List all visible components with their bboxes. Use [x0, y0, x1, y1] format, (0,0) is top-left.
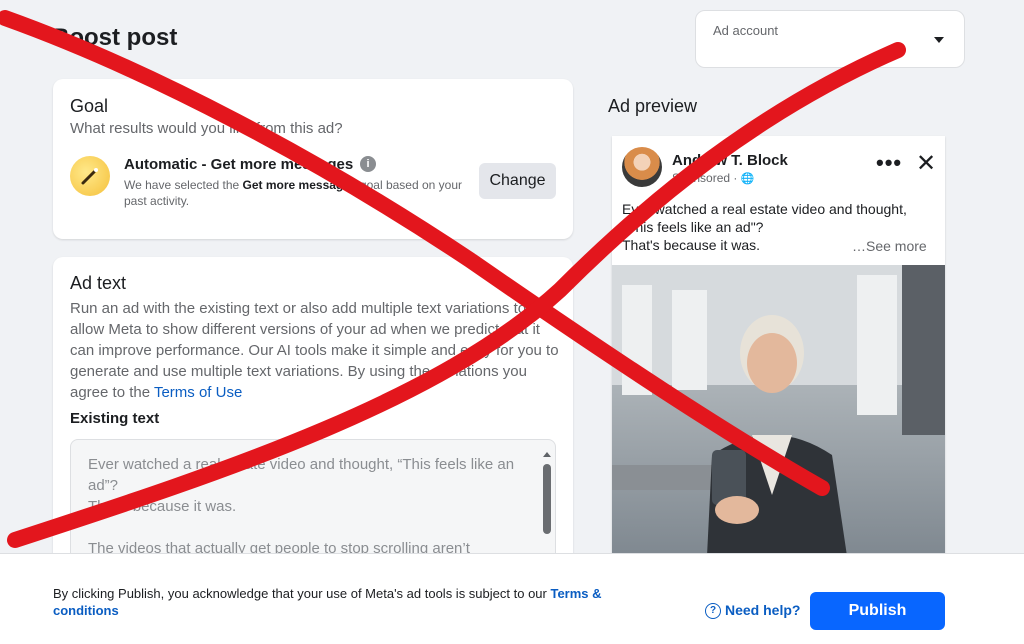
ad-text-heading: Ad text: [70, 273, 127, 293]
magic-wand-icon: [70, 156, 110, 196]
terms-of-use-link[interactable]: Terms of Use: [154, 384, 242, 401]
goal-subtitle: What results would you like from this ad…: [70, 120, 343, 137]
footer: By clicking Publish, you acknowledge tha…: [0, 553, 1024, 644]
ad-account-select[interactable]: Ad account: [695, 10, 965, 68]
help-icon: ?: [705, 603, 721, 620]
globe-icon: 🌐: [740, 173, 755, 185]
ad-preview-card: Andrew T. Block Sponsored · 🌐 ••• ✕ Ever…: [612, 136, 945, 556]
goal-heading: Goal: [70, 96, 109, 116]
close-icon[interactable]: ✕: [916, 152, 936, 176]
sponsored-label: Sponsored · 🌐: [672, 171, 755, 185]
need-help-link[interactable]: ? Need help?: [705, 602, 801, 620]
publish-button[interactable]: Publish: [810, 592, 945, 630]
existing-text-label: Existing text: [70, 410, 160, 427]
existing-text-value: Ever watched a real estate video and tho…: [88, 456, 515, 557]
goal-description: We have selected the Get more messages g…: [124, 178, 463, 208]
page-title: Boost post: [52, 24, 178, 51]
ad-account-label: Ad account: [713, 23, 779, 38]
scroll-up-arrow-icon[interactable]: [543, 452, 551, 457]
ad-text-card: Ad text Run an ad with the existing text…: [53, 257, 573, 579]
more-options-icon[interactable]: •••: [876, 150, 902, 176]
post-image: [612, 265, 945, 556]
ad-text-description: Run an ad with the existing text or also…: [70, 300, 559, 401]
need-help-label: Need help?: [725, 602, 801, 618]
info-icon[interactable]: i: [360, 156, 376, 172]
goal-title: Automatic - Get more messages: [124, 156, 354, 173]
page-name[interactable]: Andrew T. Block: [672, 152, 788, 169]
avatar: [622, 147, 662, 187]
see-more-link[interactable]: …See more: [852, 238, 927, 254]
goal-card: Goal What results would you like from th…: [53, 79, 573, 239]
caret-down-icon: [934, 37, 944, 43]
ad-preview-heading: Ad preview: [608, 96, 698, 116]
footer-disclaimer: By clicking Publish, you acknowledge tha…: [53, 586, 602, 618]
change-goal-button[interactable]: Change: [479, 163, 556, 199]
goal-desc-bold: Get more messages: [242, 178, 357, 192]
scroll-thumb[interactable]: [543, 464, 551, 534]
scrollbar[interactable]: [543, 452, 551, 542]
